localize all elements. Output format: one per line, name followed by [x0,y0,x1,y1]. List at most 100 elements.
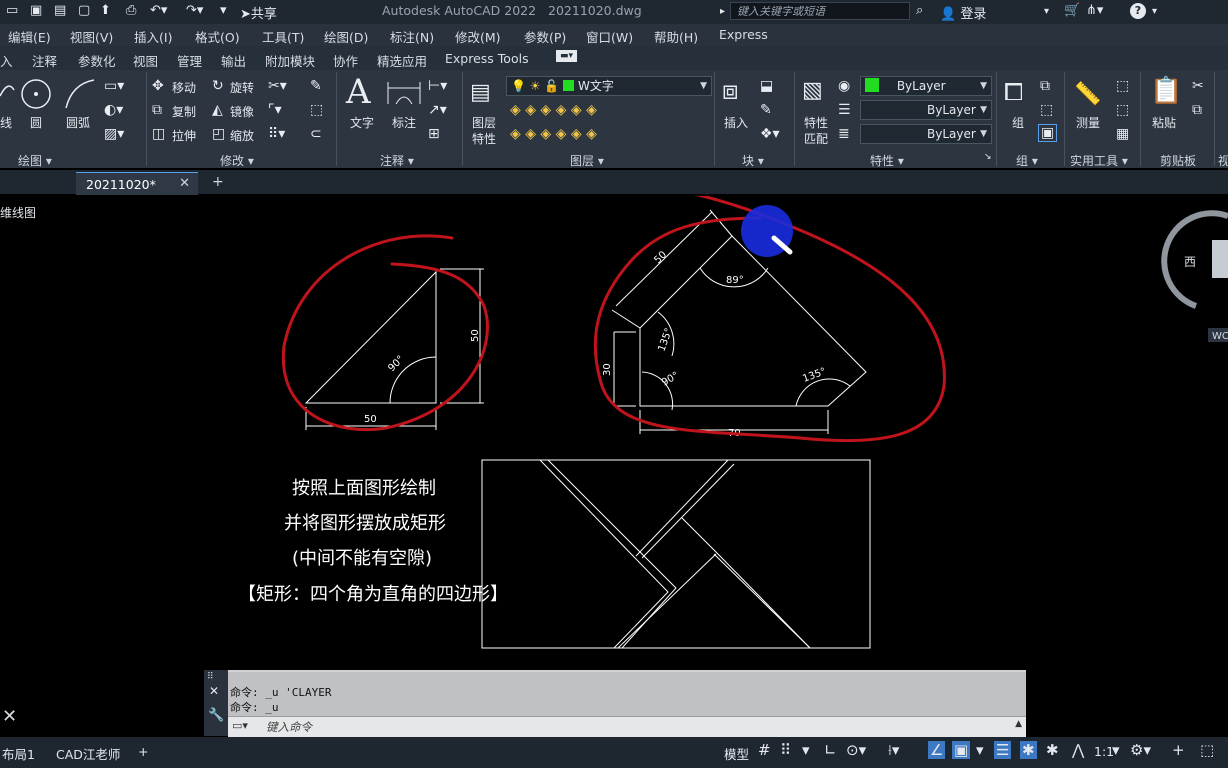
lineweight-display-icon[interactable]: ☰ [994,741,1012,759]
stretch-label[interactable]: 拉伸 [172,127,196,144]
layer-tools-row1-icons[interactable]: ◈ ◈ ◈ ◈ ◈ ◈ [510,102,597,118]
help-icon[interactable]: ? [1130,3,1146,19]
puzzle-rectangle[interactable] [481,459,871,649]
viewcube-face[interactable] [1212,240,1228,278]
properties-launcher-icon[interactable]: ↘ [984,152,992,162]
stretch-icon[interactable]: ◫ [152,126,165,142]
polar-icon[interactable]: ⊙▾ [846,741,866,759]
menu-edit[interactable]: 编辑(E) [8,27,51,46]
close-icon[interactable]: ✕ [179,176,190,191]
tab-collaborate[interactable]: 协作 [333,51,358,70]
leader-icon[interactable]: ↗▾ [428,102,447,118]
upload-icon[interactable]: ⬆ [100,3,111,18]
array-icon[interactable]: ⠿▾ [268,126,285,142]
ungroup-icon[interactable]: ⧉ [1040,78,1050,94]
scale-icon[interactable]: ◰ [212,126,225,142]
search-icon[interactable]: ⌕ [916,3,923,18]
layer-properties-label-2[interactable]: 特性 [472,130,496,147]
menu-parametric[interactable]: 参数(P) [524,27,566,46]
search-input[interactable]: 键入关键字或短语 [730,2,910,20]
command-prompt-icon[interactable]: ▭▾ [232,719,248,732]
dimension-tool-label[interactable]: 标注 [392,114,416,131]
copy-icon[interactable]: ⧉ [152,102,162,118]
more-icon[interactable]: ▾ [220,3,227,18]
move-label[interactable]: 移动 [172,79,196,96]
view-panel-title-partial[interactable]: 视 [1218,152,1228,169]
menu-insert[interactable]: 插入(I) [134,27,172,46]
autodesk-a360-icon[interactable]: ⋔▾ [1086,3,1103,18]
model-space-button[interactable]: 模型 [724,744,749,763]
tab-annotate[interactable]: 注释 [32,51,57,70]
snap-icon[interactable]: ⠿ [780,741,791,759]
offset-icon[interactable]: ⊂ [310,126,322,142]
group-icon[interactable]: ⧠ [1004,78,1023,106]
close-icon[interactable]: ✕ [2,706,17,727]
search-expand-icon[interactable]: ▸ [720,6,725,17]
grid-icon[interactable]: # [758,741,771,759]
insert-block-icon[interactable]: ⧈ [722,76,739,107]
tab-featured-apps[interactable]: 精选应用 [377,51,427,70]
undo-icon[interactable]: ↶▾ [150,3,167,18]
rectangle-icon[interactable]: ▭▾ [104,78,124,94]
text-tool-label[interactable]: 文字 [350,114,374,131]
group-select-icon[interactable]: ▣ [1038,124,1058,142]
match-properties-icon[interactable]: ▧ [802,78,823,103]
tab-insert-partial[interactable]: 入 [0,51,13,70]
edit-block-icon[interactable]: ✎ [760,102,772,118]
command-input[interactable]: 键入命令 [266,719,312,735]
layer-properties-label-1[interactable]: 图层 [472,114,496,131]
linear-dim-icon[interactable]: ⊢▾ [428,78,447,94]
layer-tools-row2-icons[interactable]: ◈ ◈ ◈ ◈ ◈ ◈ [510,126,597,142]
hatch-icon[interactable]: ◐▾ [104,102,123,118]
menu-format[interactable]: 格式(O) [195,27,240,46]
gradient-icon[interactable]: ▨▾ [104,126,124,142]
share-button[interactable]: ➤共享 [240,3,277,22]
copy-clip-icon[interactable]: ⧉ [1192,102,1202,118]
annotation-visibility-icon[interactable]: ✱ [1020,741,1037,759]
group-label[interactable]: 组 [1012,114,1024,131]
save-as-icon[interactable]: ▤ [54,3,66,18]
snap-dropdown-icon[interactable]: ▾ [802,741,810,759]
tab-manage[interactable]: 管理 [177,51,202,70]
lineweight-dropdown[interactable]: ByLayer ▼ [860,124,992,144]
menu-tools[interactable]: 工具(T) [262,27,304,46]
triangle-shape[interactable] [304,270,437,404]
measure-icon[interactable]: 📏 [1074,82,1101,107]
object-snap-icon[interactable]: ▣ [952,741,971,759]
tab-express-tools[interactable]: Express Tools [445,51,529,66]
add-layout-icon[interactable]: + [138,744,148,759]
mirror-label[interactable]: 镜像 [230,103,254,120]
layer-dropdown[interactable]: 💡 ☀ 🔓 W文字 ▼ [506,76,712,96]
rotate-icon[interactable]: ↻ [212,78,224,94]
command-input-area[interactable]: ▭▾ 键入命令 ▲ [228,716,1026,737]
add-icon[interactable]: + [1172,741,1185,759]
help-dropdown-icon[interactable]: ▾ [1152,6,1157,17]
group-edit-icon[interactable]: ⬚ [1040,102,1053,118]
login-dropdown-icon[interactable]: ▾ [1044,6,1049,17]
block-attribute-icon[interactable]: ❖▾ [760,126,780,142]
menu-window[interactable]: 窗口(W) [586,27,633,46]
login-button[interactable]: 👤 登录 [940,3,986,22]
linetype-dropdown[interactable]: ByLayer ▼ [860,100,992,120]
cart-icon[interactable]: 🛒 [1064,3,1080,18]
clipboard-panel-title[interactable]: 剪贴板 [1160,152,1196,169]
color-wheel-icon[interactable]: ◉ [838,78,850,94]
modify-panel-title[interactable]: 修改 ▾ [220,152,254,169]
annotation-scale-icon[interactable]: ⋀ [1072,741,1084,759]
viewcube-west-label[interactable]: 西 [1184,255,1196,269]
paste-label[interactable]: 粘贴 [1152,114,1176,131]
arc-tool-label[interactable]: 圆弧 [66,114,90,131]
draw-panel-title[interactable]: 绘图 ▾ [18,152,52,169]
workspace-gear-icon[interactable]: ⚙▾ [1130,741,1151,759]
text-tool-icon[interactable]: A [346,72,371,112]
scale-dropdown-icon[interactable]: ▾ [1112,741,1120,759]
dimension-tool-icon[interactable] [386,78,422,108]
new-file-icon[interactable]: ▭ [6,3,18,18]
copy-label[interactable]: 复制 [172,103,196,120]
layer-panel-title[interactable]: 图层 ▾ [570,152,604,169]
tab-output[interactable]: 输出 [221,51,246,70]
close-icon[interactable]: ✕ [209,684,219,698]
tab-parametric[interactable]: 参数化 [78,51,116,70]
ortho-icon[interactable]: ∟ [824,741,837,759]
linetype-icon[interactable]: ☰ [838,102,851,118]
